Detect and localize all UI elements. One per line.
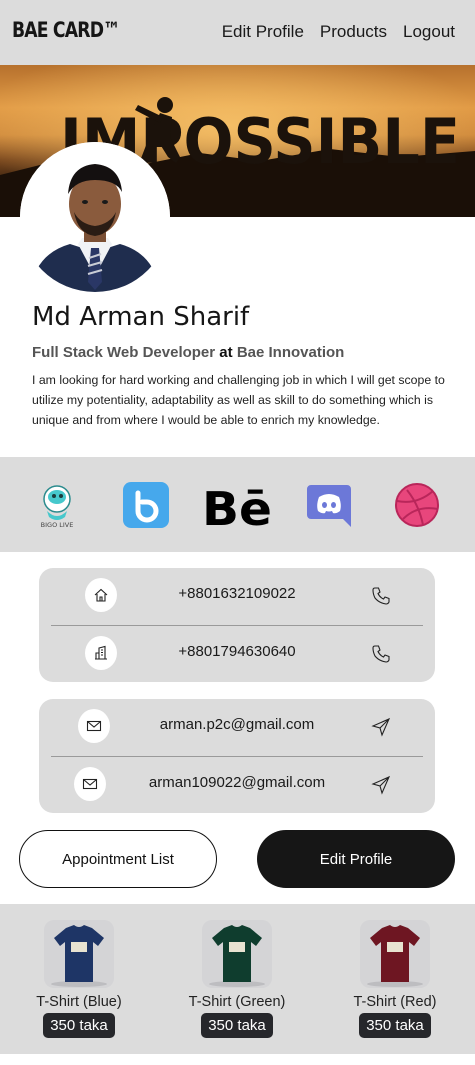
send-icon[interactable] bbox=[371, 717, 391, 737]
profile-bio: I am looking for hard working and challe… bbox=[32, 373, 445, 427]
send-icon[interactable] bbox=[371, 775, 391, 795]
social-links-bar: BIGO LIVE Bē bbox=[0, 457, 475, 552]
discord-icon[interactable] bbox=[305, 481, 353, 529]
bip-icon[interactable] bbox=[122, 481, 170, 529]
bigo-live-label: BIGO LIVE bbox=[41, 521, 74, 529]
edit-profile-button[interactable]: Edit Profile bbox=[257, 830, 455, 888]
phone-number[interactable]: +8801632109022 bbox=[111, 585, 363, 602]
envelope-icon bbox=[74, 767, 106, 801]
product-price: 350 taka bbox=[201, 1013, 273, 1038]
profile-role: Full Stack Web Developer at Bae Innovati… bbox=[32, 344, 344, 361]
product-price: 350 taka bbox=[43, 1013, 115, 1038]
email-address[interactable]: arman.p2c@gmail.com bbox=[111, 716, 363, 733]
phone-icon[interactable] bbox=[371, 586, 391, 606]
behance-icon[interactable]: Bē bbox=[202, 481, 274, 536]
product-title: T-Shirt (Red) bbox=[353, 994, 437, 1010]
email-row[interactable]: arman.p2c@gmail.com bbox=[51, 699, 423, 755]
nav-logout-link[interactable]: Logout bbox=[403, 22, 455, 42]
phone-row-home[interactable]: +8801632109022 bbox=[51, 568, 423, 624]
product-card[interactable]: T-Shirt (Green) 350 taka bbox=[162, 920, 312, 1038]
products-section: T-Shirt (Blue) 350 taka T-Shirt (Green) … bbox=[0, 904, 475, 1054]
envelope-icon bbox=[78, 709, 110, 743]
email-address[interactable]: arman109022@gmail.com bbox=[111, 774, 363, 791]
top-navbar: BAE CARD™ Edit Profile Products Logout bbox=[0, 0, 475, 65]
phone-contacts-card: +8801632109022 +8801794630640 bbox=[39, 568, 435, 682]
email-row[interactable]: arman109022@gmail.com bbox=[51, 757, 423, 813]
at-label: at bbox=[219, 344, 233, 361]
profile-avatar[interactable] bbox=[20, 142, 170, 292]
job-title: Full Stack Web Developer bbox=[32, 344, 216, 361]
product-card[interactable]: T-Shirt (Red) 350 taka bbox=[320, 920, 470, 1038]
product-image[interactable] bbox=[360, 920, 430, 988]
product-card[interactable]: T-Shirt (Blue) 350 taka bbox=[4, 920, 154, 1038]
appointment-list-button[interactable]: Appointment List bbox=[19, 830, 217, 888]
product-title: T-Shirt (Green) bbox=[188, 994, 286, 1010]
product-title: T-Shirt (Blue) bbox=[36, 994, 122, 1010]
company-name: Bae Innovation bbox=[236, 344, 345, 361]
brand-logo[interactable]: BAE CARD™ bbox=[12, 18, 120, 42]
product-image[interactable] bbox=[44, 920, 114, 988]
phone-icon[interactable] bbox=[371, 644, 391, 664]
product-price: 350 taka bbox=[359, 1013, 431, 1038]
dribbble-icon[interactable] bbox=[393, 481, 441, 529]
phone-row-office[interactable]: +8801794630640 bbox=[51, 626, 423, 682]
phone-number[interactable]: +8801794630640 bbox=[111, 643, 363, 660]
bigo-live-icon[interactable]: BIGO LIVE bbox=[33, 481, 81, 529]
avatar-portrait bbox=[20, 142, 170, 292]
nav-products-link[interactable]: Products bbox=[320, 22, 387, 42]
profile-name: Md Arman Sharif bbox=[32, 302, 250, 332]
nav-links: Edit Profile Products Logout bbox=[222, 22, 455, 42]
product-image[interactable] bbox=[202, 920, 272, 988]
email-contacts-card: arman.p2c@gmail.com arman109022@gmail.co… bbox=[39, 699, 435, 813]
behance-label: Bē bbox=[202, 482, 272, 529]
nav-edit-profile-link[interactable]: Edit Profile bbox=[222, 22, 304, 42]
